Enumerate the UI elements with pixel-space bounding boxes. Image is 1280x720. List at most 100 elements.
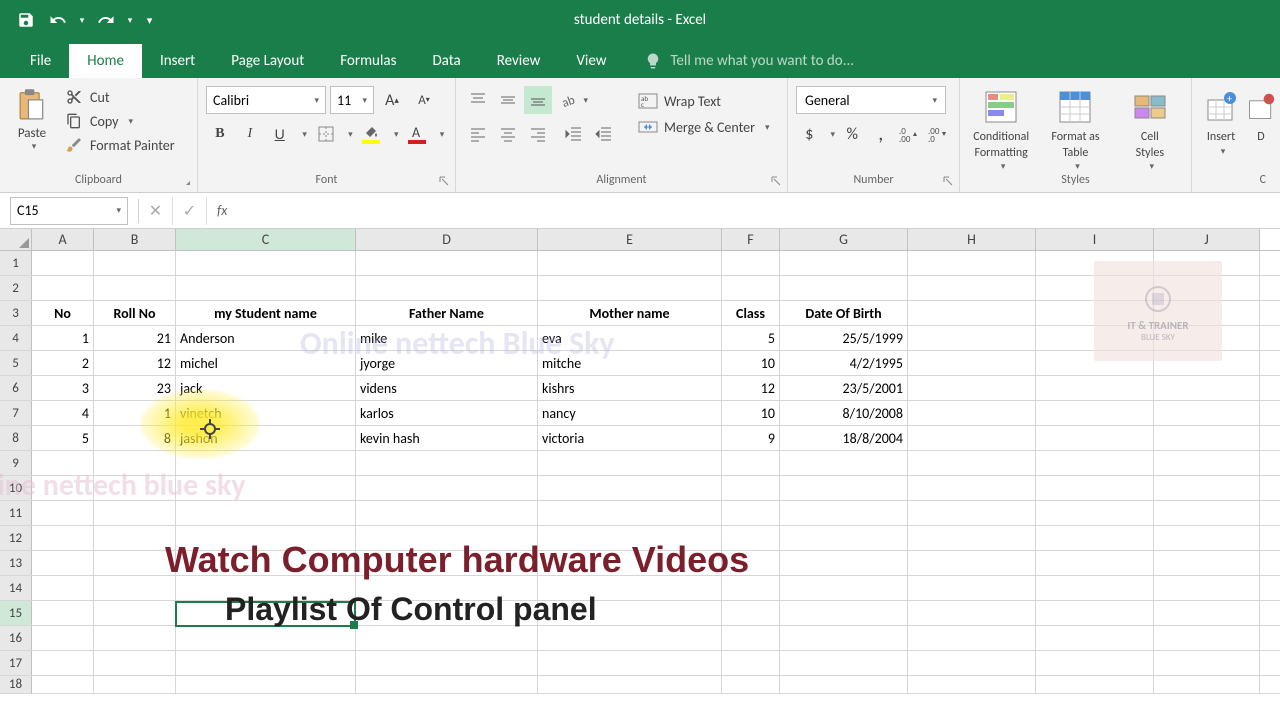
borders-button[interactable]: [312, 120, 340, 148]
cancel-formula-button[interactable]: ✕: [139, 197, 173, 225]
cell[interactable]: [32, 251, 94, 275]
cell[interactable]: 2: [32, 351, 94, 375]
cell[interactable]: [908, 426, 1036, 450]
cell[interactable]: Anderson: [176, 326, 356, 350]
cell[interactable]: [94, 576, 176, 600]
cell[interactable]: [722, 501, 780, 525]
cell[interactable]: Date Of Birth: [780, 301, 908, 325]
cell[interactable]: [32, 626, 94, 650]
cell[interactable]: [1154, 576, 1260, 600]
percent-button[interactable]: %: [839, 120, 866, 148]
cell[interactable]: [722, 451, 780, 475]
align-left-button[interactable]: [464, 120, 492, 148]
cell[interactable]: [1154, 376, 1260, 400]
cell[interactable]: [94, 501, 176, 525]
cell[interactable]: [1036, 651, 1154, 675]
cell[interactable]: [32, 276, 94, 300]
cell[interactable]: [356, 251, 538, 275]
cell[interactable]: [1036, 576, 1154, 600]
cell[interactable]: [176, 601, 356, 625]
bold-button[interactable]: B: [206, 120, 234, 148]
cell[interactable]: [176, 576, 356, 600]
tab-page-layout[interactable]: Page Layout: [213, 44, 322, 78]
row-header-10[interactable]: 10: [0, 476, 32, 500]
row-header-8[interactable]: 8: [0, 426, 32, 450]
row-header-1[interactable]: 1: [0, 251, 32, 275]
increase-font-button[interactable]: A▴: [378, 86, 406, 114]
cell[interactable]: [356, 651, 538, 675]
row-header-5[interactable]: 5: [0, 351, 32, 375]
cell[interactable]: [538, 601, 722, 625]
cell[interactable]: my Student name: [176, 301, 356, 325]
borders-dropdown[interactable]: ▾: [341, 120, 355, 148]
cell[interactable]: [356, 276, 538, 300]
col-header-I[interactable]: I: [1036, 229, 1154, 250]
cell[interactable]: 4: [32, 401, 94, 425]
cell[interactable]: [176, 276, 356, 300]
insert-cells-button[interactable]: + Insert▾: [1200, 86, 1242, 157]
cell[interactable]: Father Name: [356, 301, 538, 325]
cut-button[interactable]: Cut: [60, 86, 179, 108]
tab-file[interactable]: File: [12, 44, 69, 78]
cell[interactable]: 1: [32, 326, 94, 350]
cell[interactable]: [908, 676, 1036, 693]
align-right-button[interactable]: [524, 120, 552, 148]
cell[interactable]: [1154, 626, 1260, 650]
cell[interactable]: [176, 451, 356, 475]
cell[interactable]: [722, 251, 780, 275]
row-header-17[interactable]: 17: [0, 651, 32, 675]
decrease-decimal-button[interactable]: .00.0: [925, 120, 952, 148]
decrease-indent-button[interactable]: [560, 120, 588, 148]
cell[interactable]: 5: [722, 326, 780, 350]
underline-dropdown[interactable]: ▾: [296, 120, 310, 148]
accounting-button[interactable]: $: [796, 120, 823, 148]
cell[interactable]: 3: [32, 376, 94, 400]
tab-insert[interactable]: Insert: [142, 44, 213, 78]
tell-me-search[interactable]: Tell me what you want to do...: [644, 44, 854, 78]
cell[interactable]: [538, 576, 722, 600]
cell[interactable]: [780, 451, 908, 475]
row-header-15[interactable]: 15: [0, 601, 32, 625]
cell[interactable]: jashon: [176, 426, 356, 450]
cell[interactable]: [1154, 526, 1260, 550]
cell[interactable]: 4/2/1995: [780, 351, 908, 375]
copy-button[interactable]: Copy ▾: [60, 110, 179, 132]
cell[interactable]: [908, 551, 1036, 575]
cell[interactable]: 12: [722, 376, 780, 400]
cell[interactable]: [356, 526, 538, 550]
col-header-A[interactable]: A: [32, 229, 94, 250]
cell[interactable]: [94, 626, 176, 650]
cell[interactable]: [94, 551, 176, 575]
cell[interactable]: kevin hash: [356, 426, 538, 450]
cell[interactable]: [538, 476, 722, 500]
fill-color-button[interactable]: [357, 120, 385, 148]
cell[interactable]: [1154, 401, 1260, 425]
tab-data[interactable]: Data: [414, 44, 478, 78]
redo-dropdown[interactable]: ▾: [122, 4, 138, 36]
cell[interactable]: [1154, 601, 1260, 625]
format-painter-button[interactable]: Format Painter: [60, 134, 179, 156]
cell[interactable]: [32, 476, 94, 500]
cell[interactable]: jyorge: [356, 351, 538, 375]
cell[interactable]: mike: [356, 326, 538, 350]
cell[interactable]: [94, 276, 176, 300]
cell[interactable]: [538, 676, 722, 693]
increase-decimal-button[interactable]: .0.00: [896, 120, 923, 148]
cell[interactable]: [722, 551, 780, 575]
row-header-16[interactable]: 16: [0, 626, 32, 650]
cell[interactable]: [1036, 626, 1154, 650]
align-center-button[interactable]: [494, 120, 522, 148]
cell[interactable]: karlos: [356, 401, 538, 425]
cell[interactable]: [780, 526, 908, 550]
row-header-9[interactable]: 9: [0, 451, 32, 475]
cell[interactable]: [1154, 651, 1260, 675]
cell[interactable]: [176, 626, 356, 650]
cell[interactable]: 5: [32, 426, 94, 450]
cell[interactable]: [176, 526, 356, 550]
enter-formula-button[interactable]: ✓: [173, 197, 207, 225]
cell[interactable]: [94, 451, 176, 475]
cell[interactable]: [780, 251, 908, 275]
cell[interactable]: [722, 476, 780, 500]
cell[interactable]: [780, 551, 908, 575]
cell[interactable]: [32, 576, 94, 600]
